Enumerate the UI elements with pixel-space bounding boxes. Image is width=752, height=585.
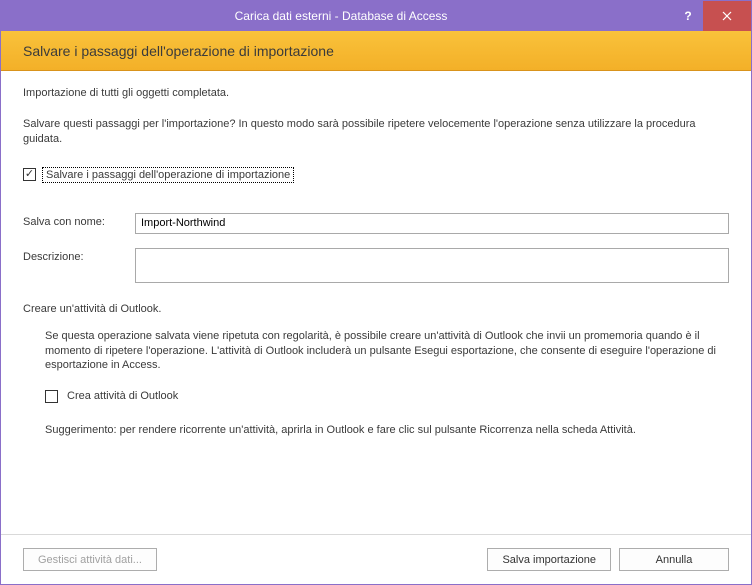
description-input[interactable] <box>135 248 729 283</box>
window-title: Carica dati esterni - Database di Access <box>9 9 673 23</box>
footer-right: Salva importazione Annulla <box>487 548 729 571</box>
outlook-checkbox-row: Crea attività di Outlook <box>45 389 729 403</box>
manage-data-tasks-button: Gestisci attività dati... <box>23 548 157 571</box>
outlook-tip: Suggerimento: per rendere ricorrente un'… <box>45 423 729 438</box>
question-text: Salvare questi passaggi per l'importazio… <box>23 117 729 147</box>
footer: Gestisci attività dati... Salva importaz… <box>1 534 751 584</box>
close-button[interactable] <box>703 1 751 31</box>
outlook-body: Se questa operazione salvata viene ripet… <box>23 329 729 438</box>
save-import-button[interactable]: Salva importazione <box>487 548 611 571</box>
save-steps-checkbox[interactable] <box>23 168 36 181</box>
header-band: Salvare i passaggi dell'operazione di im… <box>1 31 751 71</box>
name-label: Salva con nome: <box>23 213 135 228</box>
outlook-description: Se questa operazione salvata viene ripet… <box>45 329 729 374</box>
name-row: Salva con nome: <box>23 213 729 234</box>
outlook-checkbox[interactable] <box>45 390 58 403</box>
close-icon <box>722 11 732 21</box>
save-steps-label[interactable]: Salvare i passaggi dell'operazione di im… <box>42 167 294 183</box>
help-button[interactable]: ? <box>673 1 703 31</box>
outlook-section: Creare un'attività di Outlook. Se questa… <box>23 303 729 438</box>
cancel-button[interactable]: Annulla <box>619 548 729 571</box>
description-label: Descrizione: <box>23 248 135 263</box>
status-text: Importazione di tutti gli oggetti comple… <box>23 87 729 99</box>
outlook-checkbox-label[interactable]: Crea attività di Outlook <box>64 389 181 403</box>
titlebar: Carica dati esterni - Database di Access… <box>1 1 751 31</box>
description-row: Descrizione: <box>23 248 729 283</box>
outlook-title: Creare un'attività di Outlook. <box>23 303 729 315</box>
footer-left: Gestisci attività dati... <box>23 548 157 571</box>
save-steps-row: Salvare i passaggi dell'operazione di im… <box>23 167 729 183</box>
name-input[interactable] <box>135 213 729 234</box>
content-area: Importazione di tutti gli oggetti comple… <box>1 71 751 438</box>
dialog-window: Carica dati esterni - Database di Access… <box>0 0 752 585</box>
titlebar-controls: ? <box>673 1 751 31</box>
header-title: Salvare i passaggi dell'operazione di im… <box>23 43 334 59</box>
